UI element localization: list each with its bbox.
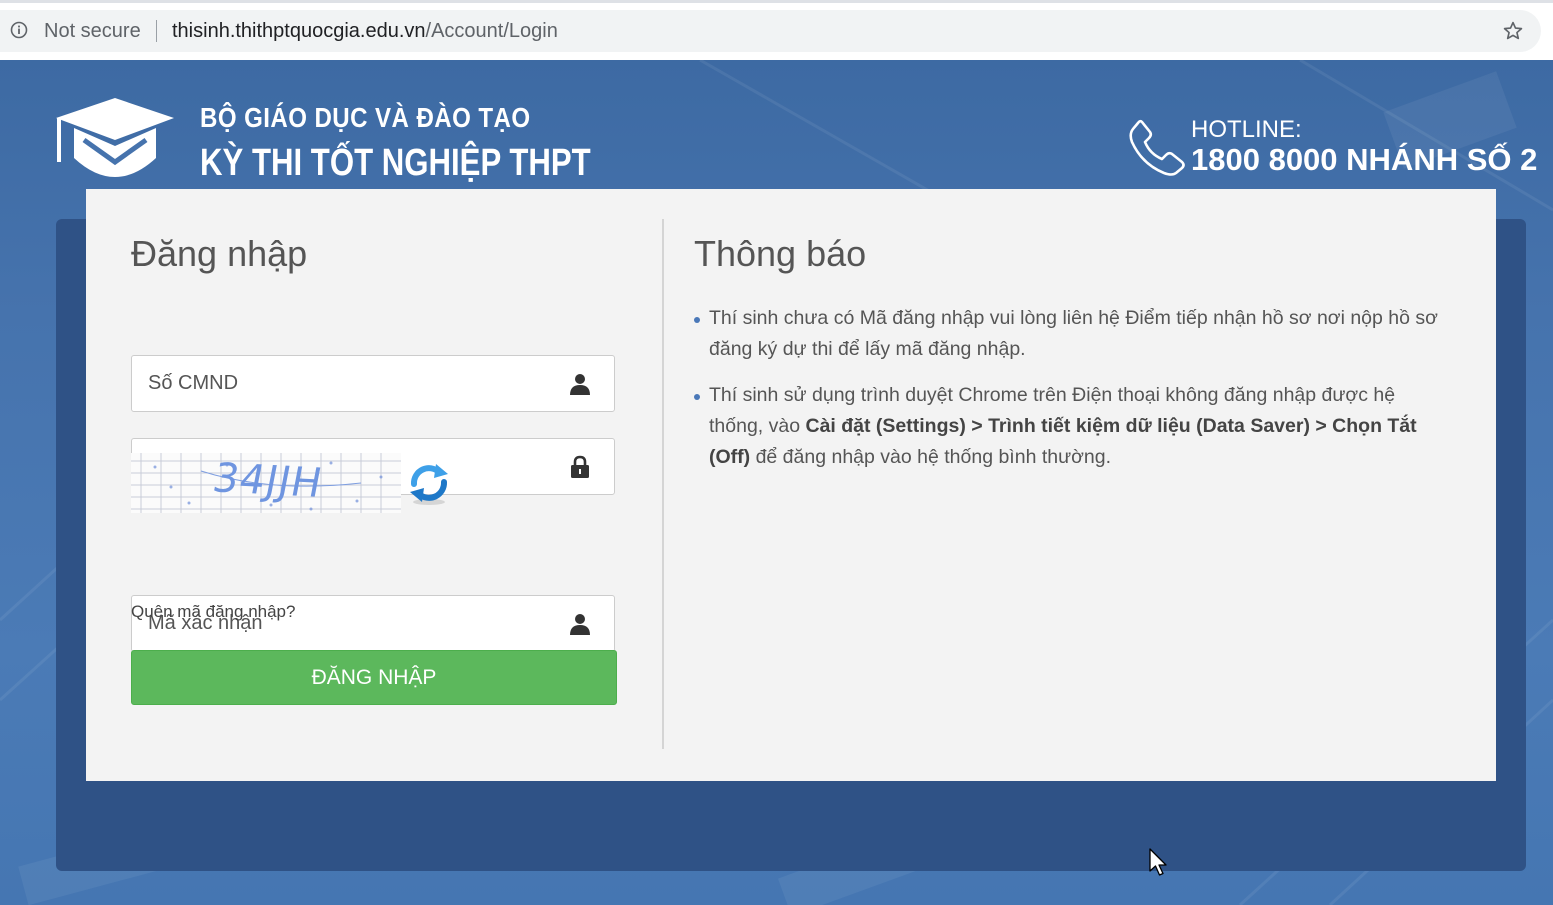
- notice-item-text: Thí sinh chưa có Mã đăng nhập vui lòng l…: [709, 307, 1438, 360]
- mouse-cursor-icon: [1149, 848, 1167, 876]
- bullet-icon: [694, 317, 700, 323]
- refresh-captcha-icon[interactable]: [406, 462, 452, 506]
- star-icon[interactable]: [1502, 20, 1524, 42]
- login-button[interactable]: ĐĂNG NHẬP: [131, 650, 617, 705]
- user-icon: [570, 374, 590, 395]
- id-number-input[interactable]: [132, 356, 568, 410]
- login-title: Đăng nhập: [131, 233, 308, 274]
- notice-item-text-end: để đăng nhập vào hệ thống bình thường.: [750, 446, 1112, 468]
- lock-icon: [571, 455, 589, 478]
- hotline-label: HOTLINE:: [1191, 116, 1302, 143]
- security-label[interactable]: Not secure: [44, 20, 141, 43]
- exam-title: KỲ THI TỐT NGHIỆP THPT: [200, 142, 591, 184]
- notice-item: Thí sinh chưa có Mã đăng nhập vui lòng l…: [694, 303, 1454, 365]
- omnibox-separator: [156, 20, 157, 42]
- url-path: /Account/Login: [425, 20, 558, 42]
- notice-list: Thí sinh chưa có Mã đăng nhập vui lòng l…: [694, 303, 1454, 488]
- url-host: thisinh.thithptquocgia.edu.vn: [172, 20, 426, 42]
- browser-address-bar: Not secure thisinh.thithptquocgia.edu.vn…: [0, 0, 1553, 60]
- phone-icon: [1129, 119, 1185, 176]
- captcha-image: 34JJH: [131, 453, 401, 513]
- info-icon[interactable]: [10, 21, 28, 39]
- ministry-name: BỘ GIÁO DỤC VÀ ĐÀO TẠO: [200, 102, 531, 133]
- hotline-number: 1800 8000 NHÁNH SỐ 2: [1191, 142, 1538, 177]
- user-icon: [570, 614, 590, 635]
- tab-strip-edge: [0, 0, 1553, 3]
- forgot-code-link[interactable]: Quên mã đăng nhập?: [131, 602, 295, 622]
- graduation-cap-icon: [56, 98, 174, 177]
- captcha-text: 34JJH: [209, 455, 327, 507]
- notice-item: Thí sinh sử dụng trình duyệt Chrome trên…: [694, 380, 1454, 473]
- bullet-icon: [694, 394, 700, 400]
- column-divider: [662, 219, 664, 749]
- notice-title: Thông báo: [694, 233, 867, 274]
- url-text[interactable]: thisinh.thithptquocgia.edu.vn/Account/Lo…: [172, 20, 558, 43]
- login-card: Đăng nhập Số CMND 34JJH Mã xác nhận Quên…: [86, 189, 1496, 781]
- id-number-field[interactable]: [131, 355, 615, 412]
